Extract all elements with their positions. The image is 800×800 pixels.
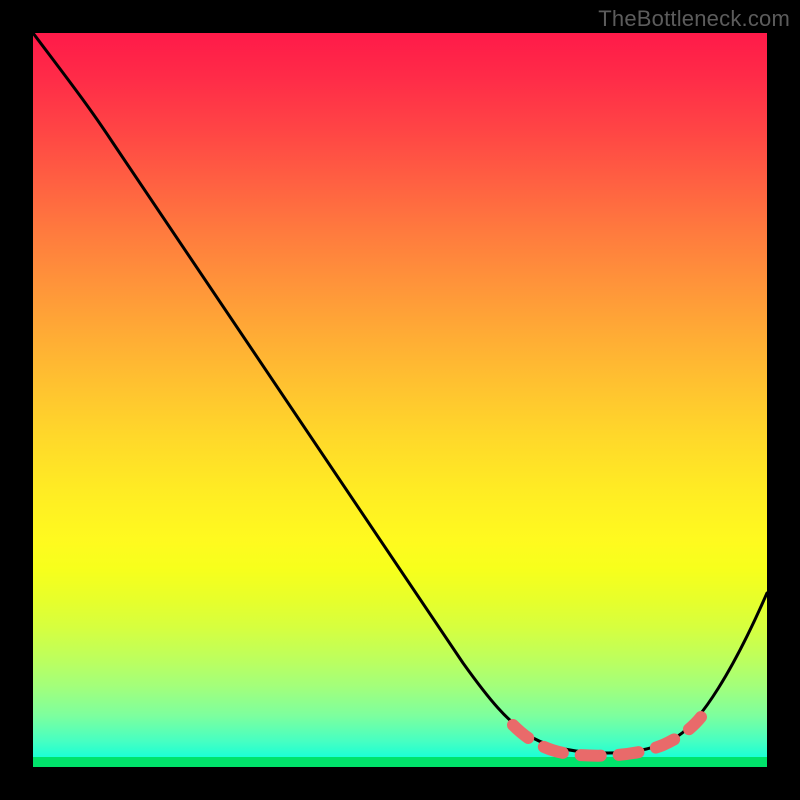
optimal-range-highlight: [513, 717, 701, 756]
chart-frame: TheBottleneck.com: [0, 0, 800, 800]
bottleneck-curve: [33, 33, 767, 753]
attribution-label: TheBottleneck.com: [598, 6, 790, 32]
plot-area: [33, 33, 767, 767]
curve-layer: [33, 33, 767, 767]
